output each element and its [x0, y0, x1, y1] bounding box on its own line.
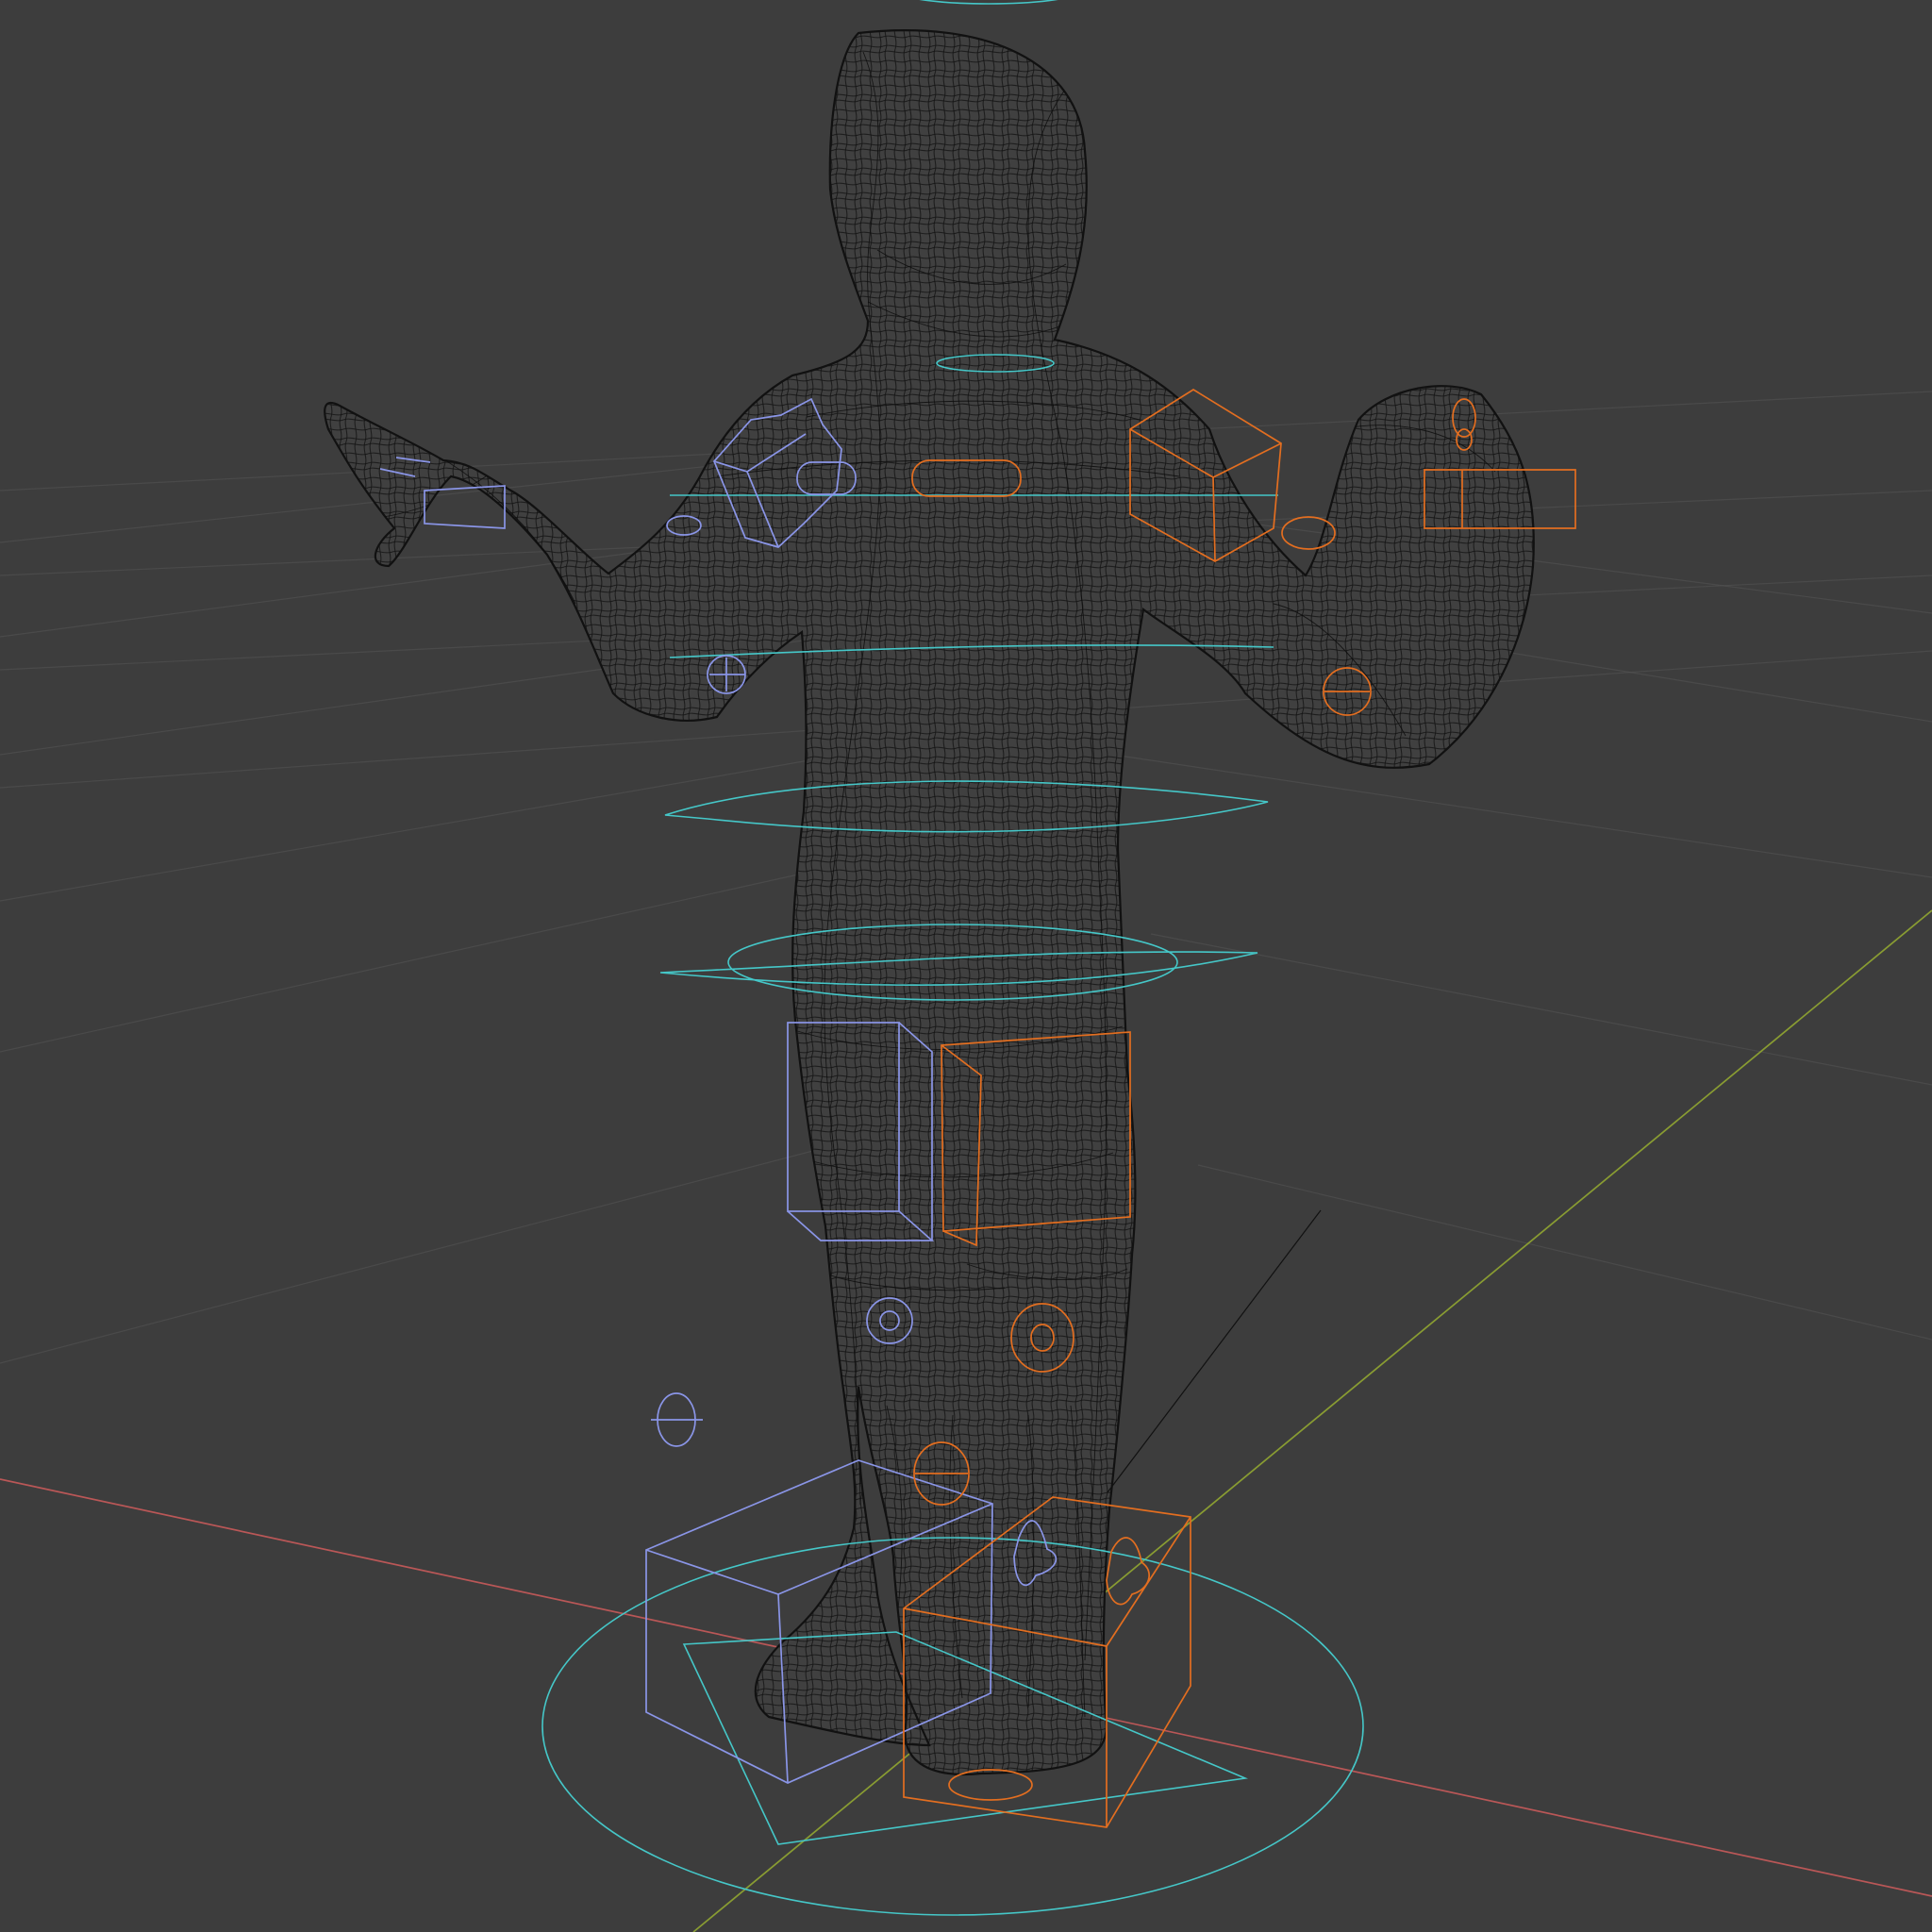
scene-render[interactable]: [0, 0, 1932, 1932]
3d-viewport[interactable]: [0, 0, 1932, 1932]
character-wireframe[interactable]: [283, 19, 1604, 1811]
